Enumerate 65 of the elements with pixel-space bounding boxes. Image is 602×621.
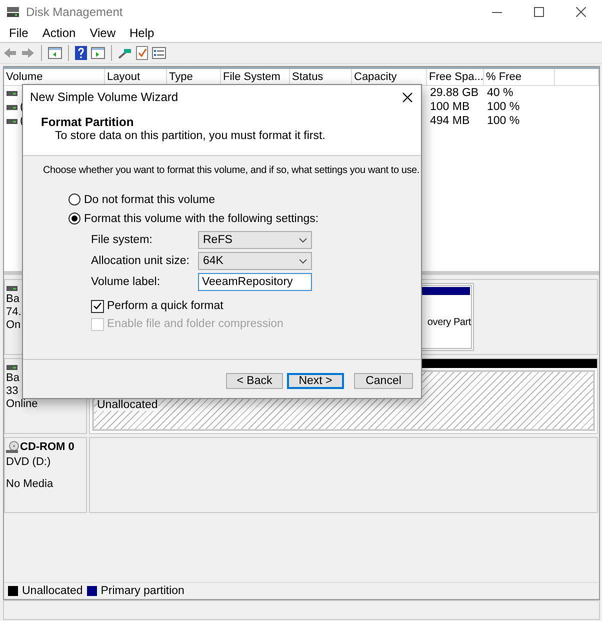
drive-icon bbox=[6, 362, 18, 372]
field-label: Volume label: bbox=[91, 276, 162, 288]
checkbox[interactable] bbox=[91, 300, 104, 312]
radio-button[interactable] bbox=[68, 193, 81, 206]
table-cell-text: 100 MB bbox=[429, 100, 471, 114]
option-label[interactable]: Do not format this volume bbox=[84, 194, 216, 206]
menu-item[interactable]: Action bbox=[35, 26, 83, 40]
disk-info: DVD (D:) bbox=[6, 456, 52, 469]
page-subheading: To store data on this partition, you must format it first. bbox=[54, 130, 326, 142]
cd-drive-icon bbox=[6, 441, 19, 454]
menu-item[interactable]: File bbox=[2, 26, 36, 40]
text-field[interactable]: VeeamRepository bbox=[198, 273, 312, 291]
disk-info: 74. bbox=[6, 306, 22, 319]
checkbox-label: Enable file and folder compression bbox=[107, 318, 284, 330]
disk-name: CD-ROM 0 bbox=[20, 441, 74, 454]
table-cell-text: 40 % bbox=[486, 86, 514, 100]
option-label[interactable]: Format this volume with the following settings: bbox=[84, 212, 319, 224]
disk-info: Online bbox=[6, 398, 39, 411]
dialog-title: New Simple Volume Wizard bbox=[30, 90, 178, 104]
maximize-icon[interactable] bbox=[534, 7, 544, 17]
properties-icon[interactable] bbox=[152, 47, 166, 59]
legend-label: Primary partition bbox=[100, 585, 184, 597]
menu-item[interactable]: Help bbox=[122, 26, 162, 40]
checkmark-icon bbox=[93, 302, 102, 310]
field-label: Allocation unit size: bbox=[91, 255, 190, 267]
cancel-button[interactable]: Cancel bbox=[354, 373, 413, 389]
panel-icon[interactable] bbox=[48, 47, 62, 59]
prompt-text: Choose whether you want to format this volume, and if so, what settings you want to use. bbox=[43, 165, 420, 176]
disk-info: Ba bbox=[6, 293, 20, 306]
disk-info: On bbox=[6, 319, 22, 332]
table-cell-text: 29.88 GB bbox=[429, 86, 480, 100]
partition-label: Unallocated bbox=[97, 399, 158, 411]
drive-icon bbox=[6, 116, 18, 126]
page-heading: Format Partition bbox=[41, 115, 135, 129]
drive-icon bbox=[6, 283, 18, 293]
disk-info: Ba bbox=[6, 372, 20, 385]
disk-info: 33 bbox=[6, 385, 20, 398]
next-button[interactable]: Next > bbox=[287, 373, 344, 389]
chevron-down-icon bbox=[299, 258, 307, 264]
checklist-icon[interactable] bbox=[136, 46, 148, 60]
dropdown-field[interactable]: ReFS bbox=[198, 231, 312, 249]
disk-drive-icon bbox=[6, 6, 20, 18]
partition-label: overy Part bbox=[427, 316, 471, 328]
chevron-down-icon bbox=[299, 238, 307, 242]
drive-icon bbox=[6, 102, 18, 112]
column-header[interactable]: Free Spa... bbox=[427, 69, 484, 85]
table-cell-text: 100 % bbox=[486, 114, 521, 128]
back-button[interactable]: < Back bbox=[226, 373, 283, 389]
drive-icon bbox=[6, 88, 18, 98]
connect-icon[interactable] bbox=[118, 47, 132, 59]
legend-label: Unallocated bbox=[22, 585, 83, 597]
menu-item[interactable]: View bbox=[82, 26, 122, 40]
table-cell-text: 494 MB bbox=[429, 114, 471, 128]
close-icon[interactable] bbox=[402, 92, 413, 102]
field-label: File system: bbox=[91, 234, 154, 246]
close-icon[interactable] bbox=[576, 7, 586, 17]
disk-info: No Media bbox=[6, 478, 54, 491]
table-cell-text: 100 % bbox=[486, 100, 521, 114]
checkbox-label[interactable]: Perform a quick format bbox=[107, 300, 224, 312]
panel-icon[interactable] bbox=[91, 47, 105, 59]
radio-button[interactable] bbox=[68, 212, 81, 225]
column-header[interactable]: % Free bbox=[484, 69, 555, 85]
help-icon[interactable] bbox=[75, 46, 87, 60]
dropdown-field[interactable]: 64K bbox=[198, 252, 312, 270]
window-title: Disk Management bbox=[26, 5, 124, 19]
